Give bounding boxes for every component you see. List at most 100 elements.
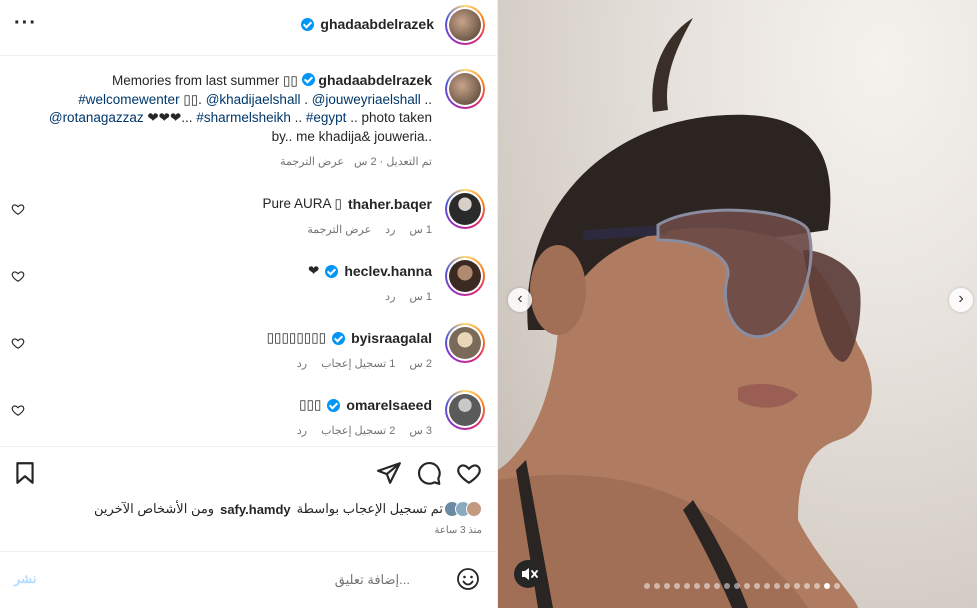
translate-link[interactable]: عرض الترجمة (307, 223, 371, 236)
like-comment-heart-icon[interactable] (11, 336, 25, 350)
comment-item: ▯▯▯ omarelsaeed 3 س 2 تسجيل إعجاب رد (0, 390, 498, 445)
hashtag-link[interactable]: #egypt (306, 110, 347, 125)
comment-meta: 3 س 2 تسجيل إعجاب رد (297, 424, 432, 437)
post-header: ··· ghadaabdelrazek (0, 0, 498, 56)
reply-button[interactable]: رد (385, 290, 395, 303)
comment-likes[interactable]: 1 تسجيل إعجاب (321, 357, 395, 370)
comment-text: ▯▯▯▯▯▯▯▯ (266, 330, 327, 345)
reply-button[interactable]: رد (297, 424, 307, 437)
verified-badge-icon (301, 73, 315, 86)
author[interactable]: ghadaabdelrazek (301, 16, 434, 32)
audio-muted-icon[interactable] (514, 560, 542, 588)
comment-text-row: ❤ heclev.hanna (308, 263, 432, 279)
carousel-dot (824, 583, 830, 589)
commenter-avatar[interactable] (445, 256, 485, 296)
carousel-dot (734, 583, 740, 589)
commenter-avatar[interactable] (445, 189, 485, 229)
post-time[interactable]: منذ 3 ساعة (434, 525, 482, 536)
like-comment-heart-icon[interactable] (11, 403, 25, 417)
carousel-dot (834, 583, 840, 589)
comment-text-row: Pure AURA ▯ thaher.baqer (263, 196, 433, 212)
reply-button[interactable]: رد (385, 223, 395, 236)
post-info-panel: ··· ghadaabdelrazek Memories from last s… (0, 0, 498, 608)
comment-text-row: ▯▯▯▯▯▯▯▯ byisraagalal (267, 330, 432, 346)
comment-likes[interactable]: 2 تسجيل إعجاب (321, 424, 395, 437)
liked-by-row[interactable]: ومن الأشخاص الآخرين safy.hamdy تم تسجيل … (94, 501, 482, 517)
reply-button[interactable]: رد (297, 357, 307, 370)
mention-link[interactable]: @khadijaelshall (206, 92, 301, 107)
carousel-dot (794, 583, 800, 589)
like-heart-icon[interactable] (456, 460, 482, 486)
commenter-username[interactable]: omarelsaeed (346, 397, 432, 413)
comment-item: Pure AURA ▯ thaher.baqer 1 س رد عرض التر… (0, 189, 498, 249)
commenter-avatar[interactable] (445, 390, 485, 430)
hashtag-link[interactable]: #sharmelsheikh (196, 110, 291, 125)
liked-by-prefix: تم تسجيل الإعجاب بواسطة (296, 501, 443, 516)
carousel-dot (644, 583, 650, 589)
like-comment-heart-icon[interactable] (11, 202, 25, 216)
comments-list[interactable]: Memories from last summer ▯▯ ghadaabdelr… (0, 57, 498, 445)
comment-item: ▯▯▯▯▯▯▯▯ byisraagalal 2 س 1 تسجيل إعجاب … (0, 323, 498, 383)
caption-line1: Memories from last summer (111, 73, 283, 88)
comment-meta: 1 س رد عرض الترجمة (307, 223, 432, 236)
carousel-dot (724, 583, 730, 589)
comment-meta: 2 س 1 تسجيل إعجاب رد (297, 357, 432, 370)
carousel-dot (714, 583, 720, 589)
translate-link[interactable]: عرض الترجمة (280, 155, 344, 168)
comment-time: 1 س (409, 224, 432, 236)
add-comment-bar: نشر (0, 551, 498, 608)
carousel-dot (674, 583, 680, 589)
post-caption: Memories from last summer ▯▯ ghadaabdelr… (48, 72, 432, 145)
carousel-dot (684, 583, 690, 589)
carousel-dot (744, 583, 750, 589)
carousel-dot (664, 583, 670, 589)
comment-time: 3 س (409, 425, 432, 437)
comment-time: 1 س (409, 291, 432, 303)
verified-badge-icon (301, 17, 315, 31)
comment-item: ❤ heclev.hanna 1 س رد (0, 256, 498, 316)
mention-link[interactable]: @rotanagazzaz (49, 110, 144, 125)
comment-text: ▯▯▯ (299, 397, 322, 412)
comment-time: 2 س (409, 358, 432, 370)
likers-avatars[interactable] (444, 501, 482, 517)
comment-text-row: ▯▯▯ omarelsaeed (299, 397, 432, 413)
commenter-username[interactable]: thaher.baqer (348, 196, 432, 212)
previous-photo-chevron-left-icon[interactable]: ‹ (508, 288, 532, 312)
author-avatar[interactable] (445, 5, 485, 45)
save-bookmark-icon[interactable] (12, 460, 38, 486)
next-photo-chevron-right-icon[interactable]: › (949, 288, 973, 312)
commenter-avatar[interactable] (445, 323, 485, 363)
comment-meta: 1 س رد (385, 290, 432, 303)
post-photo[interactable]: ‹ › (498, 0, 977, 608)
carousel-dot (814, 583, 820, 589)
verified-badge-icon (325, 264, 339, 278)
carousel-dot (784, 583, 790, 589)
carousel-dot (654, 583, 660, 589)
caption-avatar[interactable] (445, 69, 485, 109)
hashtag-link[interactable]: #welcomewenter (78, 92, 179, 107)
more-options-button[interactable]: ··· (14, 13, 40, 33)
commenter-username[interactable]: heclev.hanna (344, 263, 432, 279)
comment-text: ❤ (308, 263, 320, 278)
carousel-indicator (644, 583, 840, 589)
like-comment-heart-icon[interactable] (11, 269, 25, 283)
comment-input[interactable] (80, 569, 410, 589)
emoji-icon[interactable] (456, 567, 480, 591)
carousel-dot (764, 583, 770, 589)
commenter-username[interactable]: byisraagalal (351, 330, 432, 346)
carousel-dot (704, 583, 710, 589)
author-username[interactable]: ghadaabdelrazek (320, 16, 434, 32)
share-send-icon[interactable] (376, 460, 402, 486)
comment-bubble-icon[interactable] (416, 460, 442, 486)
verified-badge-icon (332, 331, 346, 345)
caption-username[interactable]: ghadaabdelrazek (318, 72, 432, 88)
mention-link[interactable]: @jouweyriaelshall (312, 92, 421, 107)
liked-by-suffix: ومن الأشخاص الآخرين (93, 501, 215, 516)
post-actions: ومن الأشخاص الآخرين safy.hamdy تم تسجيل … (0, 446, 498, 551)
post-comment-button[interactable]: نشر (14, 571, 36, 587)
liked-by-user[interactable]: safy.hamdy (220, 502, 291, 517)
verified-badge-icon (327, 398, 341, 412)
caption-time: تم التعديل · 2 س (353, 156, 432, 168)
caption-meta: تم التعديل · 2 س عرض الترجمة (280, 155, 432, 168)
carousel-dot (694, 583, 700, 589)
